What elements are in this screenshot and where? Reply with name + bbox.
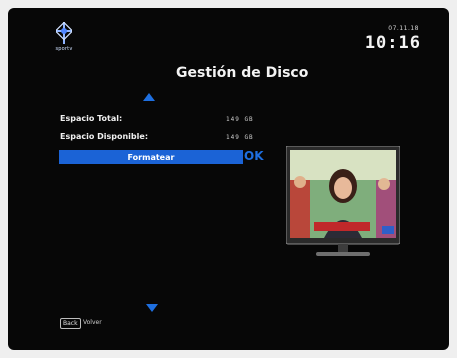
arrow-up-icon[interactable] [143,93,155,101]
logo-text: sportv [55,46,73,52]
logo-icon [56,22,72,44]
back-label: Volver [83,319,102,326]
clock-date: 07.11.18 [388,25,419,32]
clock-time: 10:16 [364,33,421,53]
format-button[interactable]: Formatear [59,150,243,164]
total-space-label: Espacio Total: [60,114,123,123]
arrow-down-icon[interactable] [146,304,158,312]
tv-preview-icon [286,146,400,256]
page-title: Gestión de Disco [176,65,309,81]
tv-screen: sportv 07.11.18 10:16 Gestión de Disco E… [8,8,449,350]
back-key-icon[interactable]: Back [60,318,81,329]
available-space-label: Espacio Disponible: [60,132,149,141]
ok-hint: OK [244,149,264,163]
total-space-value: 149 GB [226,116,254,123]
channel-logo: sportv [52,22,76,58]
available-space-value: 149 GB [226,134,254,141]
